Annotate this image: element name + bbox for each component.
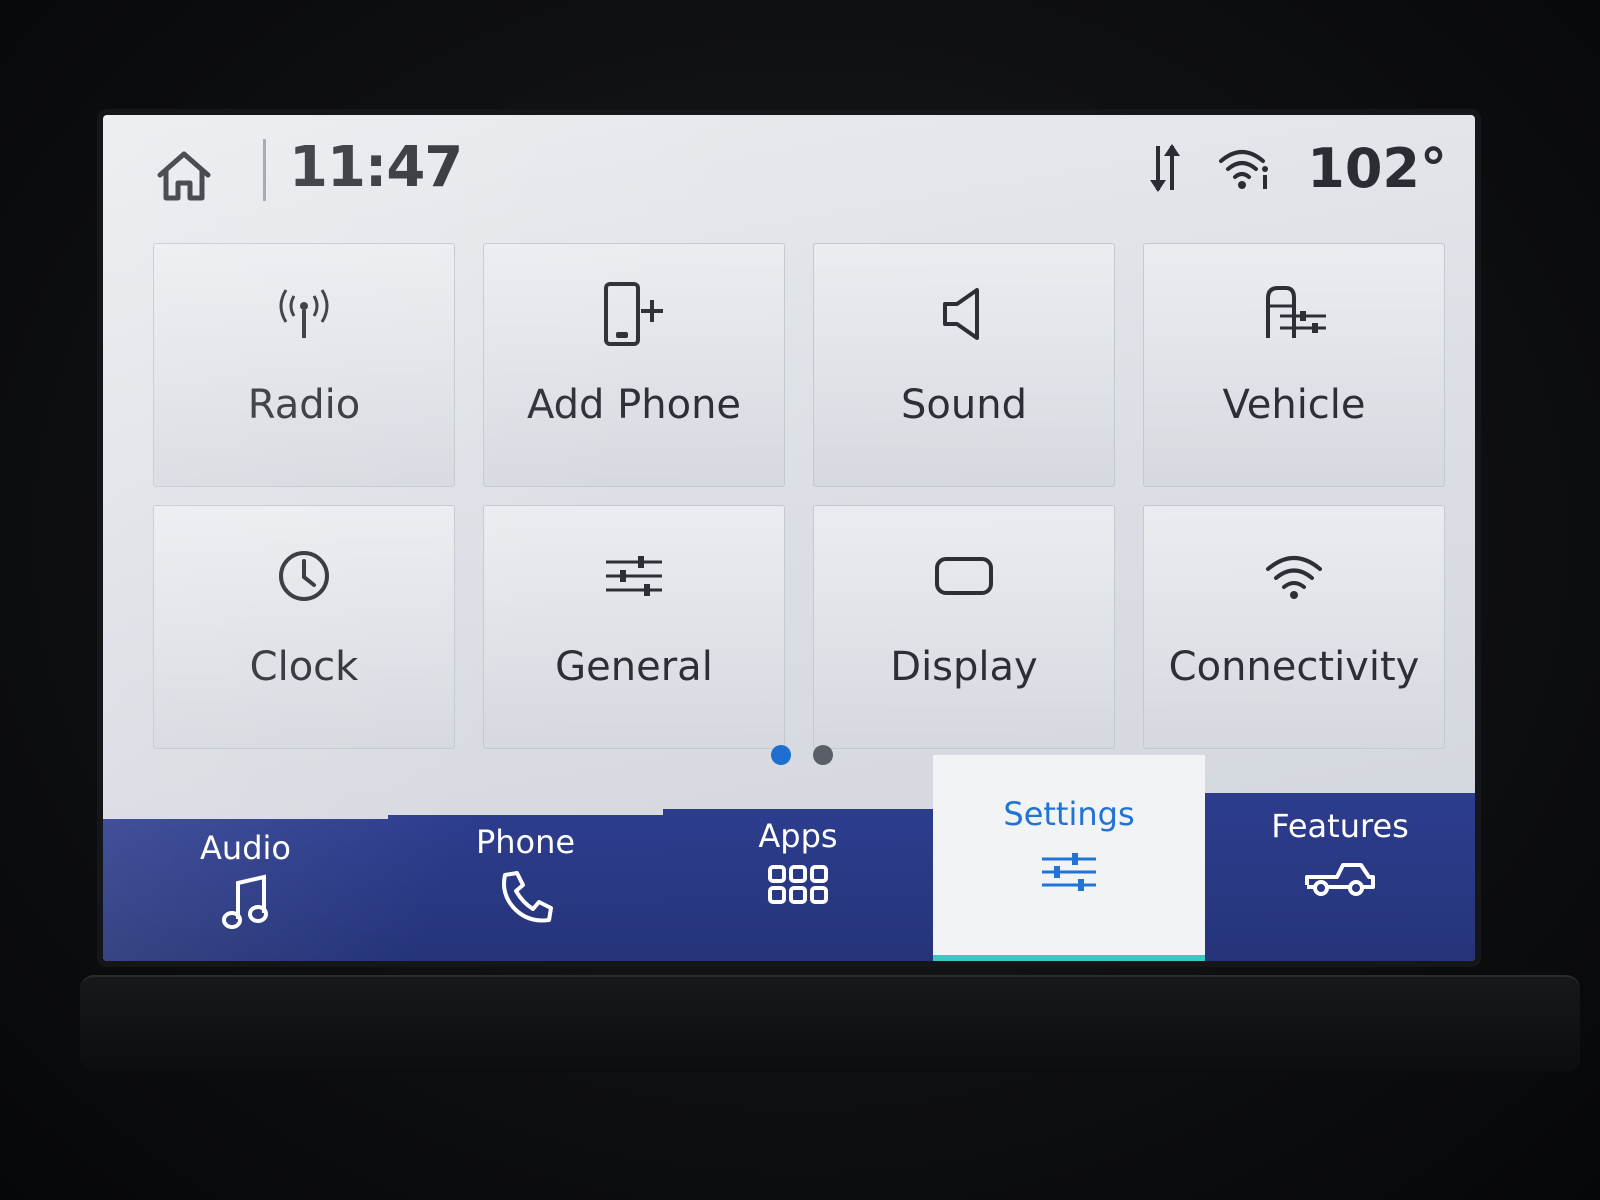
nav-label: Settings [1003,795,1135,833]
clock-icon [279,551,329,601]
tile-clock[interactable]: Clock [153,505,455,749]
sliders-icon [606,556,662,596]
tile-general[interactable]: General [483,505,785,749]
tile-label: Radio [247,382,361,428]
speaker-icon [943,288,979,340]
tile-label: General [555,644,713,690]
home-button[interactable] [153,145,215,207]
nav-audio[interactable]: Audio [103,819,389,961]
data-transfer-icon [1150,144,1181,192]
truck-icon [1305,863,1375,896]
wifi-icon [1266,556,1322,599]
tile-label: Vehicle [1222,382,1366,428]
add-phone-icon [604,282,663,346]
tile-label: Display [890,644,1038,690]
active-tab-indicator [933,955,1205,961]
tile-connectivity[interactable]: Connectivity [1143,505,1445,749]
nav-label: Features [1271,807,1409,845]
music-note-icon [221,874,268,929]
tile-add-phone[interactable]: Add Phone [483,243,785,487]
tile-display[interactable]: Display [813,505,1115,749]
status-divider [263,139,266,201]
bottom-nav: Audio Phone Apps Settings Features [103,755,1475,961]
nav-label: Apps [758,817,838,855]
page-indicator [771,745,833,765]
home-icon [157,151,211,201]
tile-label: Clock [249,644,359,690]
nav-label: Audio [200,829,291,867]
tile-sound[interactable]: Sound [813,243,1115,487]
tile-label: Connectivity [1168,644,1420,690]
settings-grid: Radio Add Phone Sound Vehicle Clock Gene… [153,243,1445,749]
page-dot[interactable] [813,745,833,765]
nav-label: Phone [475,823,576,861]
nav-apps[interactable]: Apps [663,809,934,961]
status-bar: 11:47 102° [103,115,1475,225]
tile-label: Sound [901,382,1027,428]
radio-antenna-icon [279,289,329,338]
tile-label: Add Phone [526,382,742,428]
infotainment-screen: 11:47 102° Radio Add Phone Sound Vehicle… [103,115,1475,961]
tile-vehicle[interactable]: Vehicle [1143,243,1445,487]
vehicle-settings-icon [1266,286,1326,338]
apps-grid-icon [768,865,828,904]
settings-sliders-icon [1042,853,1096,891]
outside-temperature: 102° [1307,136,1447,200]
tile-radio[interactable]: Radio [153,243,455,487]
phone-handset-icon [501,871,553,923]
nav-phone[interactable]: Phone [388,815,664,961]
page-dot-active[interactable] [771,745,791,765]
dashboard-trim [80,975,1580,1072]
wifi-info-icon [1219,150,1269,189]
nav-features[interactable]: Features [1205,793,1475,961]
display-icon [935,557,993,595]
nav-settings[interactable]: Settings [933,755,1205,961]
clock-time: 11:47 [289,135,463,200]
